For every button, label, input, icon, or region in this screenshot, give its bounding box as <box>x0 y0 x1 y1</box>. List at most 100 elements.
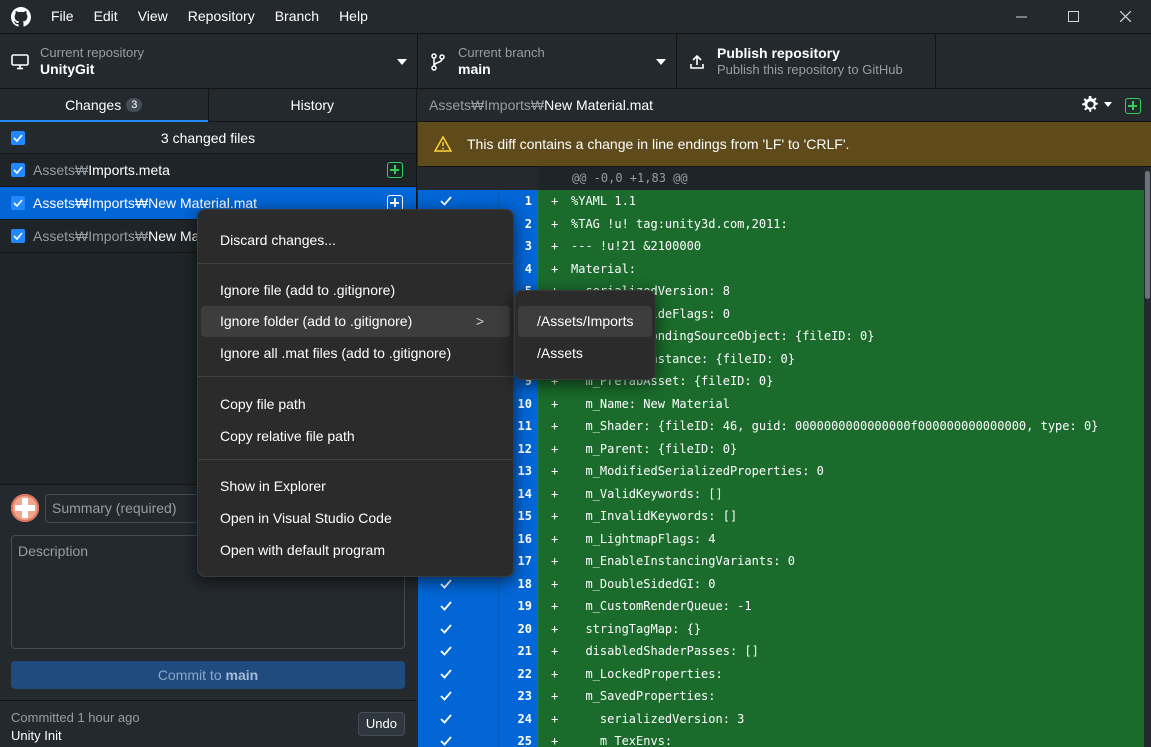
menu-open-vscode[interactable]: Open in Visual Studio Code <box>201 503 510 534</box>
menu-copy-file-path[interactable]: Copy file path <box>201 389 510 420</box>
file-checkbox[interactable] <box>11 229 25 243</box>
line-code: + m_Parent: {fileID: 0} <box>538 437 1151 460</box>
line-code: + Material: <box>538 257 1151 280</box>
diff-line[interactable]: 23 + m_SavedProperties: <box>418 685 1151 708</box>
line-check-icon[interactable] <box>434 662 498 685</box>
hunk-header: @@ -0,0 +1,83 @@ <box>418 167 1151 190</box>
line-code: + m_LightmapFlags: 4 <box>538 527 1151 550</box>
menu-divider <box>198 263 513 264</box>
commit-button-prefix: Commit to <box>157 667 226 683</box>
menu-copy-relative-path[interactable]: Copy relative file path <box>201 421 510 452</box>
menu-view[interactable]: View <box>128 0 178 33</box>
diff-line[interactable]: 21 + disabledShaderPasses: [] <box>418 640 1151 663</box>
repo-label: Current repository <box>40 45 145 60</box>
line-check-icon[interactable] <box>434 640 498 663</box>
diff-line[interactable]: 11 + m_Shader: {fileID: 46, guid: 0000000… <box>418 415 1151 438</box>
diff-line[interactable]: 3 + --- !u!21 &2100000 <box>418 235 1151 258</box>
diff-line[interactable]: 14 + m_ValidKeywords: [] <box>418 482 1151 505</box>
line-number: 20 <box>498 617 538 640</box>
menu-open-default[interactable]: Open with default program <box>201 535 510 566</box>
diff-line[interactable]: 18 + m_DoubleSidedGI: 0 <box>418 572 1151 595</box>
menu-ignore-file[interactable]: Ignore file (add to .gitignore) <box>201 275 510 306</box>
publish-description: Publish this repository to GitHub <box>717 62 903 77</box>
diff-line[interactable]: 20 + stringTagMap: {} <box>418 617 1151 640</box>
check-icon <box>13 232 23 240</box>
menu-show-in-explorer[interactable]: Show in Explorer <box>201 471 510 502</box>
diff-line[interactable]: 13 + m_ModifiedSerializedProperties: 0 <box>418 460 1151 483</box>
minimize-icon <box>1015 16 1027 18</box>
file-list-item[interactable]: Assets₩Imports.meta <box>0 154 416 187</box>
github-logo-icon <box>11 6 31 27</box>
warning-icon <box>434 136 452 152</box>
diff-file-name: New Material.mat <box>544 97 654 113</box>
diff-line[interactable]: 2 + %TAG !u! tag:unity3d.com,2011: <box>418 212 1151 235</box>
hunk-header-text: @@ -0,0 +1,83 @@ <box>572 171 688 185</box>
menu-file[interactable]: File <box>41 0 84 33</box>
diff-line[interactable]: 15 + m_InvalidKeywords: [] <box>418 505 1151 528</box>
commit-button[interactable]: Commit to main <box>11 661 405 689</box>
tab-history[interactable]: History <box>207 89 417 121</box>
file-checkbox[interactable] <box>11 196 25 210</box>
file-checkbox[interactable] <box>11 163 25 177</box>
diff-settings-button[interactable] <box>1082 96 1113 113</box>
menu-ignore-folder[interactable]: Ignore folder (add to .gitignore) > <box>201 306 510 337</box>
minimize-button[interactable] <box>995 0 1047 33</box>
line-check-icon[interactable] <box>434 617 498 640</box>
gear-icon <box>1082 96 1098 112</box>
line-number: 24 <box>498 707 538 730</box>
menu-ignore-extension[interactable]: Ignore all .mat files (add to .gitignore… <box>201 338 510 369</box>
menu-repository[interactable]: Repository <box>178 0 265 33</box>
menu-edit[interactable]: Edit <box>84 0 128 33</box>
branch-name: main <box>458 61 491 77</box>
close-button[interactable] <box>1099 0 1151 33</box>
last-commit-time: Committed 1 hour ago <box>11 710 140 725</box>
current-branch-dropdown[interactable]: Current branch main <box>418 34 677 89</box>
submenu-assets[interactable]: /Assets <box>518 338 652 369</box>
desktop-icon <box>0 53 40 70</box>
commit-button-branch: main <box>225 667 259 683</box>
line-number: 23 <box>498 685 538 708</box>
undo-button[interactable]: Undo <box>357 712 405 736</box>
maximize-icon <box>1067 11 1079 22</box>
file-directory: Assets₩Imports₩ <box>33 228 149 244</box>
line-check-icon[interactable] <box>434 685 498 708</box>
file-context-menu: Discard changes... Ignore file (add to .… <box>197 209 514 577</box>
toolbar: Current repository UnityGit Current bran… <box>0 33 1151 89</box>
diff-scrollbar[interactable] <box>1144 167 1151 747</box>
line-check-icon[interactable] <box>434 595 498 618</box>
diff-line[interactable]: 22 + m_LockedProperties: <box>418 662 1151 685</box>
diff-line[interactable]: 10 + m_Name: New Material <box>418 392 1151 415</box>
diff-line[interactable]: 17 + m_EnableInstancingVariants: 0 <box>418 550 1151 573</box>
line-check-icon[interactable] <box>434 730 498 747</box>
caret-down-icon <box>1104 101 1112 107</box>
menu-discard-changes[interactable]: Discard changes... <box>201 225 510 256</box>
scrollbar-thumb[interactable] <box>1145 171 1150 299</box>
window-controls <box>995 0 1151 33</box>
ignore-folder-submenu: /Assets/Imports /Assets <box>514 290 656 380</box>
select-all-checkbox[interactable] <box>11 130 25 145</box>
diff-line[interactable]: 12 + m_Parent: {fileID: 0} <box>418 437 1151 460</box>
line-number: 25 <box>498 730 538 747</box>
submenu-chevron-icon: > <box>475 313 484 329</box>
menu-branch[interactable]: Branch <box>265 0 329 33</box>
caret-down-icon <box>656 58 666 65</box>
current-repository-dropdown[interactable]: Current repository UnityGit <box>0 34 418 89</box>
submenu-assets-imports[interactable]: /Assets/Imports <box>518 306 652 337</box>
branch-icon <box>418 52 458 71</box>
menu-help[interactable]: Help <box>329 0 378 33</box>
diff-line[interactable]: 19 + m_CustomRenderQueue: -1 <box>418 595 1151 618</box>
close-icon <box>1119 11 1131 22</box>
file-path: Assets₩Imports.meta <box>33 162 170 178</box>
publish-repository-button[interactable]: Publish repository Publish this reposito… <box>677 34 936 89</box>
diff-line[interactable]: 25 + m_TexEnvs: <box>418 730 1151 747</box>
diff-line[interactable]: 16 + m_LightmapFlags: 4 <box>418 527 1151 550</box>
line-check-icon[interactable] <box>434 707 498 730</box>
tab-changes[interactable]: Changes 3 <box>0 89 208 122</box>
diff-line[interactable]: 4 + Material: <box>418 257 1151 280</box>
diff-line[interactable]: 1 + %YAML 1.1 <box>418 190 1151 213</box>
maximize-button[interactable] <box>1047 0 1099 33</box>
tab-bar: Changes 3 History <box>0 89 416 122</box>
diff-line[interactable]: 24 + serializedVersion: 3 <box>418 707 1151 730</box>
line-code: + serializedVersion: 3 <box>538 707 1151 730</box>
line-code: + m_TexEnvs: <box>538 730 1151 747</box>
